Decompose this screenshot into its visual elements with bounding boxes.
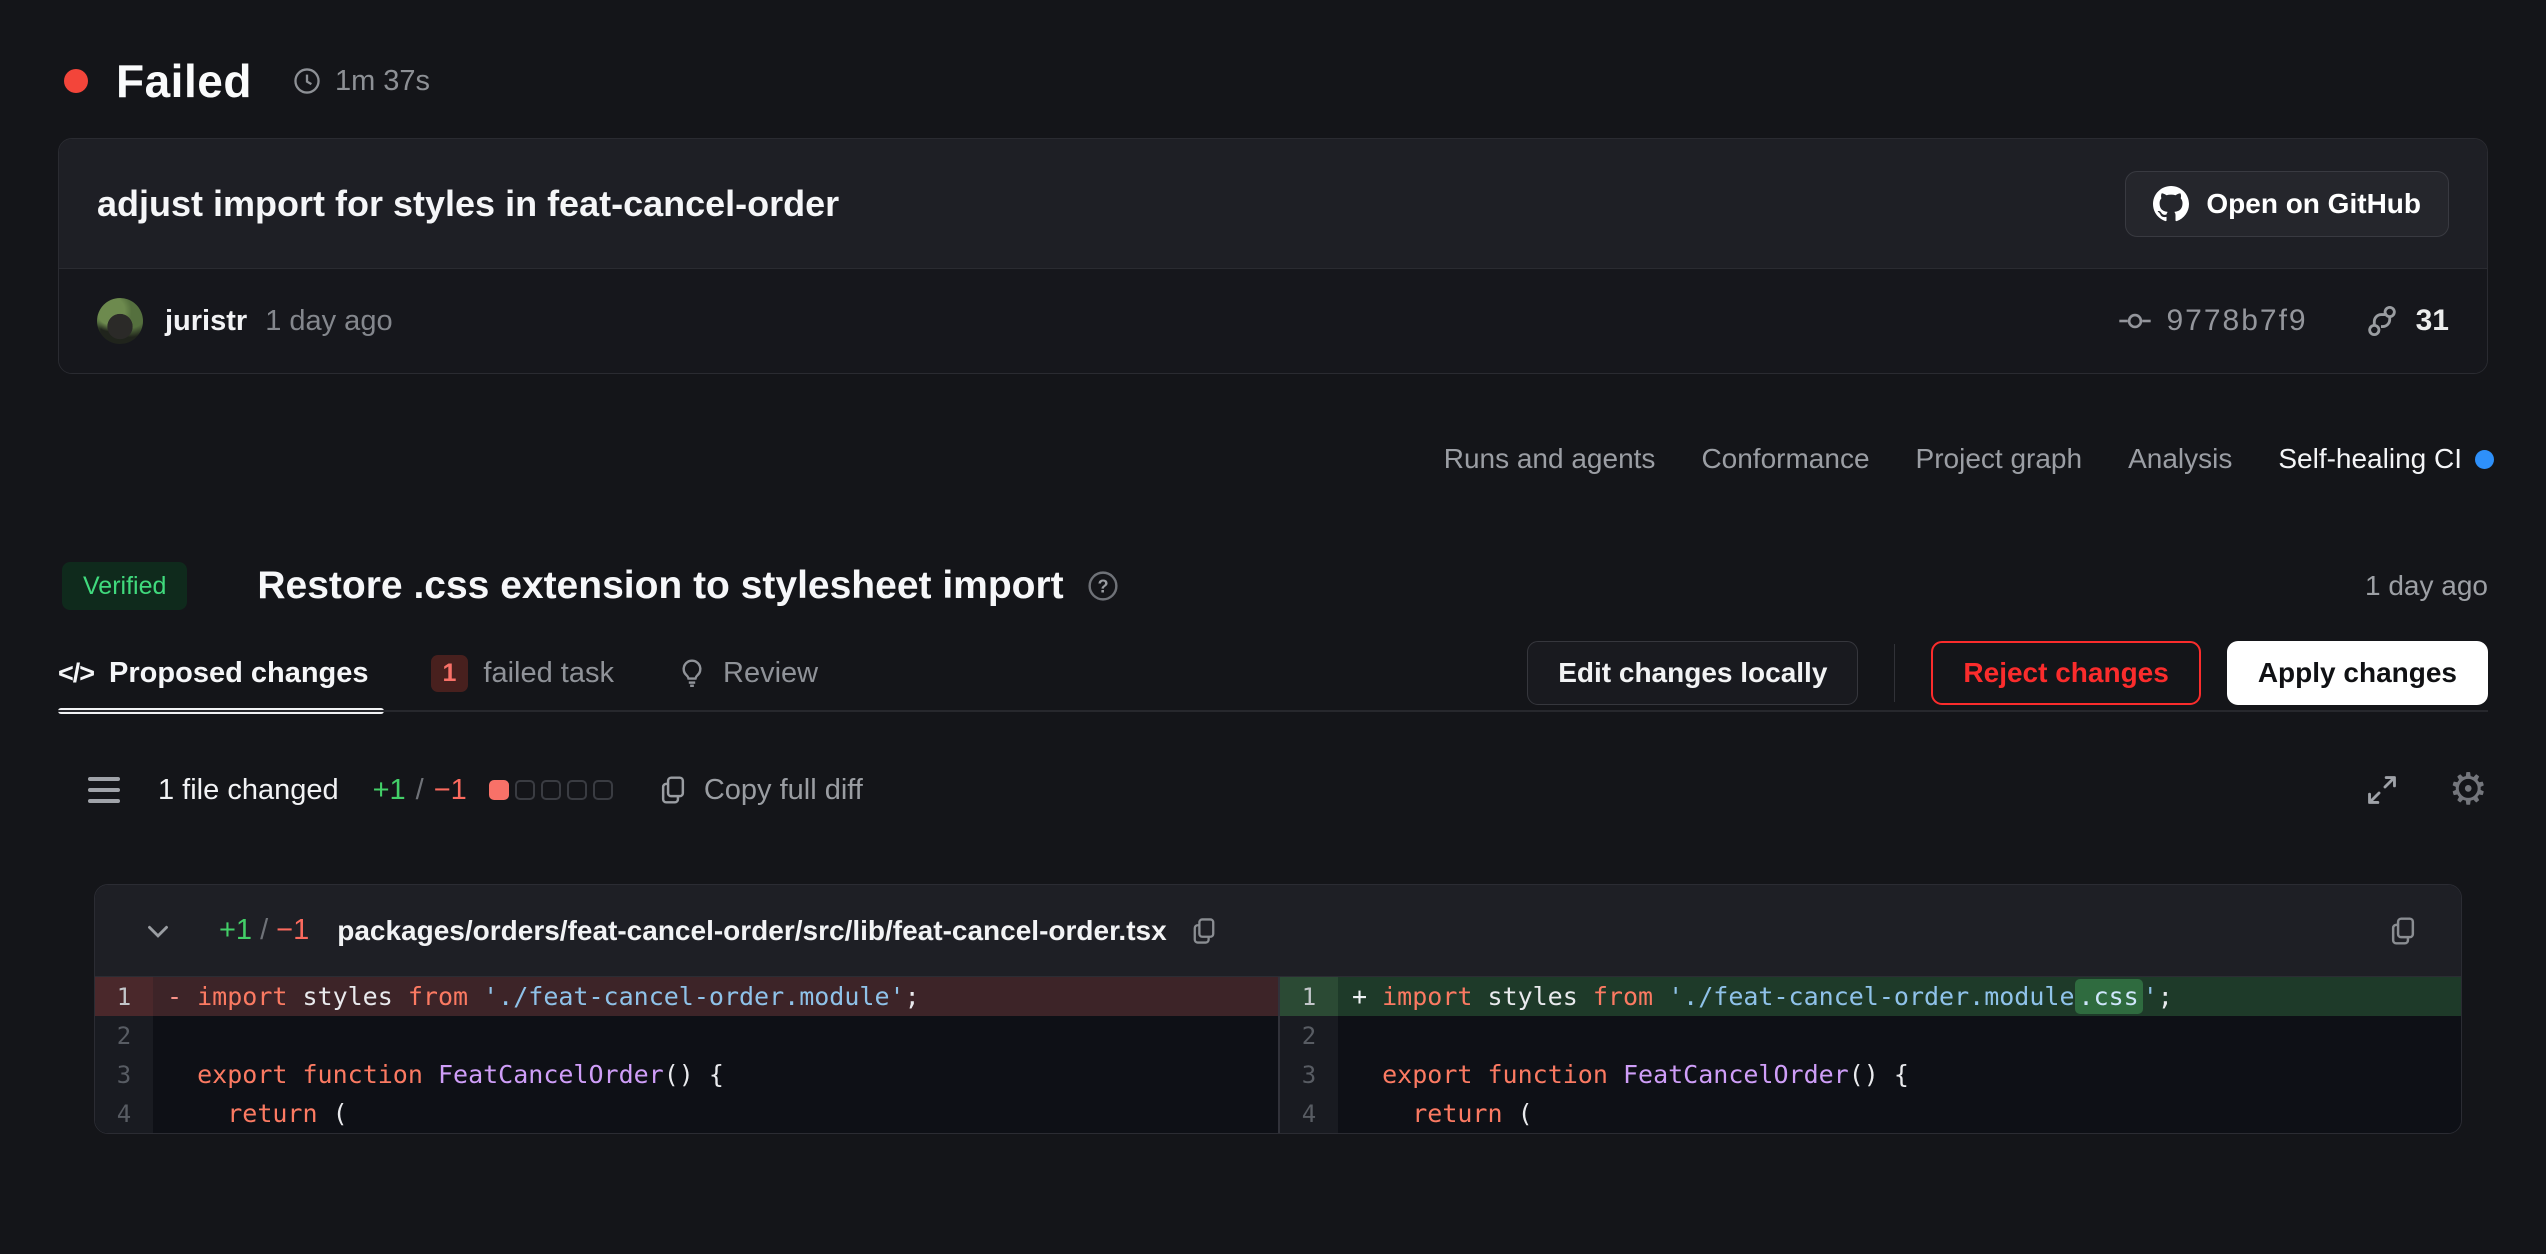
run-duration: 1m 37s <box>335 65 430 98</box>
github-icon <box>2153 186 2189 222</box>
line-number: 1 <box>1280 977 1338 1016</box>
diff-line-new-3: 3 export function FeatCancelOrder() { <box>1280 1055 2461 1094</box>
gear-icon[interactable]: ⚙ <box>2449 768 2488 812</box>
nav-item-runs-and-agents[interactable]: Runs and agents <box>1444 443 1656 475</box>
file-additions: +1 <box>219 914 252 947</box>
files-changed-label: 1 file changed <box>158 774 339 807</box>
run-status-row: Failed 1m 37s <box>64 54 2482 108</box>
tabs-block: </> Proposed changes 1 failed task Revie… <box>58 640 2488 706</box>
copy-full-diff-button[interactable]: Copy full diff <box>657 774 863 807</box>
diff-line-old-4: 4 return ( <box>95 1094 1278 1133</box>
commit-message: adjust import for styles in feat-cancel-… <box>97 183 839 225</box>
branch-count: 31 <box>2416 304 2449 338</box>
line-number: 3 <box>95 1055 153 1094</box>
diff-line-new-1: 1+ import styles from './feat-cancel-ord… <box>1280 977 2461 1016</box>
expand-fullscreen-icon[interactable] <box>2363 771 2401 809</box>
fix-header: Verified Restore .css extension to style… <box>62 552 2488 620</box>
workspace-nav: Runs and agents Conformance Project grap… <box>52 436 2494 482</box>
diff-pane-old: 1- import styles from './feat-cancel-ord… <box>95 977 1278 1133</box>
commit-card-header: adjust import for styles in feat-cancel-… <box>59 139 2487 269</box>
nav-item-analysis[interactable]: Analysis <box>2128 443 2232 475</box>
nav-item-project-graph[interactable]: Project graph <box>1916 443 2083 475</box>
fix-actions: Edit changes locally Reject changes Appl… <box>1527 641 2488 705</box>
diff-line-new-4: 4 return ( <box>1280 1094 2461 1133</box>
change-block-empty <box>593 780 613 800</box>
commit-meta-row: juristr 1 day ago 9778b7f9 31 <box>59 269 2487 373</box>
tabs-divider <box>58 710 2488 712</box>
reject-changes-button[interactable]: Reject changes <box>1931 641 2200 705</box>
deletions-count: −1 <box>434 774 467 807</box>
apply-changes-button[interactable]: Apply changes <box>2227 641 2488 705</box>
change-block-empty <box>541 780 561 800</box>
diff-panel: +1 / −1 packages/orders/feat-cancel-orde… <box>94 884 2462 1134</box>
author-avatar <box>97 298 143 344</box>
run-status-label: Failed <box>116 54 252 108</box>
additions-count: +1 <box>373 774 406 807</box>
diff-file-header: +1 / −1 packages/orders/feat-cancel-orde… <box>95 885 2461 977</box>
line-number: 4 <box>95 1094 153 1133</box>
clock-icon <box>292 66 322 96</box>
fix-title: Restore .css extension to stylesheet imp… <box>257 564 1063 608</box>
nav-item-self-healing-ci[interactable]: Self-healing CI <box>2278 443 2494 475</box>
copy-file-diff-icon[interactable] <box>2387 915 2419 947</box>
line-number: 4 <box>1280 1094 1338 1133</box>
failed-status-dot-icon <box>64 69 88 93</box>
file-deletions: −1 <box>276 914 309 947</box>
svg-text:?: ? <box>1097 577 1108 597</box>
diff-line-old-1: 1- import styles from './feat-cancel-ord… <box>95 977 1278 1016</box>
change-blocks-indicator <box>489 780 613 800</box>
commit-card: adjust import for styles in feat-cancel-… <box>58 138 2488 374</box>
page: Failed 1m 37s adjust import for styles i… <box>0 0 2546 1254</box>
branch-count-link[interactable]: 31 <box>2364 303 2449 339</box>
open-on-github-label: Open on GitHub <box>2206 188 2421 220</box>
code-line: export function FeatCancelOrder() { <box>1338 1055 2461 1094</box>
tab-failed-task[interactable]: 1 failed task <box>431 640 614 706</box>
file-list-menu-icon[interactable] <box>88 773 120 807</box>
diff-line-old-3: 3 export function FeatCancelOrder() { <box>95 1055 1278 1094</box>
change-block-empty <box>515 780 535 800</box>
code-line <box>153 1016 1278 1055</box>
branch-icon <box>2364 303 2400 339</box>
diff-line-new-2: 2 <box>1280 1016 2461 1055</box>
file-path: packages/orders/feat-cancel-order/src/li… <box>337 915 1166 947</box>
author-name: juristr <box>165 305 247 338</box>
commit-time-ago: 1 day ago <box>265 305 392 338</box>
fix-time-ago: 1 day ago <box>2365 570 2488 602</box>
copy-path-icon[interactable] <box>1189 916 1219 946</box>
code-line: + import styles from './feat-cancel-orde… <box>1338 977 2461 1016</box>
lightbulb-icon <box>676 657 708 689</box>
nav-item-conformance[interactable]: Conformance <box>1701 443 1869 475</box>
commit-icon <box>2118 304 2152 338</box>
code-icon: </> <box>58 658 94 689</box>
open-on-github-button[interactable]: Open on GitHub <box>2125 171 2449 237</box>
help-icon[interactable]: ? <box>1086 569 1120 603</box>
actions-divider <box>1894 644 1895 702</box>
commit-sha: 9778b7f9 <box>2166 304 2307 338</box>
copy-icon <box>657 774 689 806</box>
code-line: return ( <box>153 1094 1278 1133</box>
code-line <box>1338 1016 2461 1055</box>
change-block-filled <box>489 780 509 800</box>
code-line: return ( <box>1338 1094 2461 1133</box>
notification-dot-icon <box>2475 450 2494 469</box>
diff-split-view: 1- import styles from './feat-cancel-ord… <box>95 977 2461 1133</box>
chevron-down-icon[interactable] <box>141 914 175 948</box>
tab-proposed-changes[interactable]: </> Proposed changes <box>58 640 369 706</box>
line-number: 1 <box>95 977 153 1016</box>
tab-review[interactable]: Review <box>676 640 818 706</box>
diff-line-old-2: 2 <box>95 1016 1278 1055</box>
line-number: 2 <box>1280 1016 1338 1055</box>
code-line: - import styles from './feat-cancel-orde… <box>153 977 1278 1016</box>
diff-pane-new: 1+ import styles from './feat-cancel-ord… <box>1278 977 2461 1133</box>
failed-task-count-badge: 1 <box>431 655 469 692</box>
edit-changes-locally-button[interactable]: Edit changes locally <box>1527 641 1858 705</box>
line-number: 2 <box>95 1016 153 1055</box>
commit-sha-link[interactable]: 9778b7f9 <box>2118 304 2307 338</box>
change-block-empty <box>567 780 587 800</box>
diff-toolbar: 1 file changed +1 / −1 Copy full diff ⚙ <box>88 760 2488 820</box>
verified-badge: Verified <box>62 562 187 610</box>
code-line: export function FeatCancelOrder() { <box>153 1055 1278 1094</box>
line-number: 3 <box>1280 1055 1338 1094</box>
